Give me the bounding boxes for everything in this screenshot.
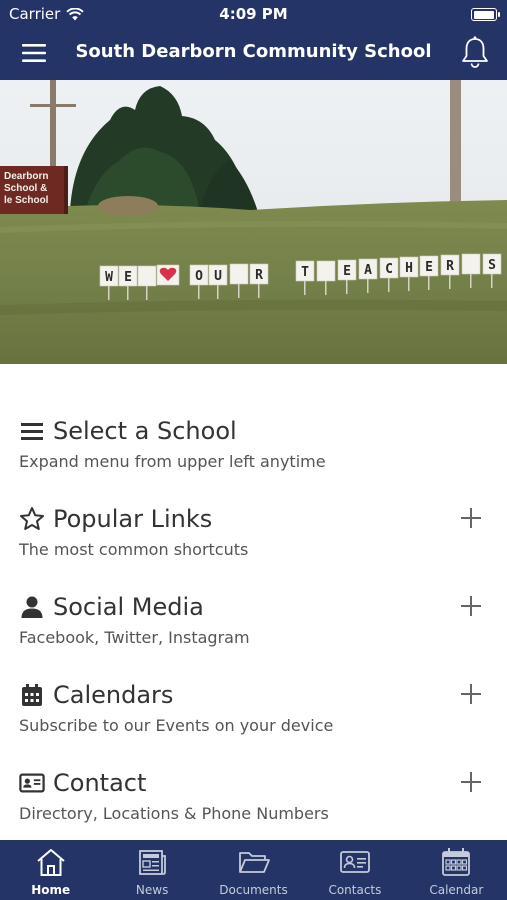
bell-icon xyxy=(462,36,488,68)
newspaper-icon xyxy=(139,850,167,875)
folder-icon xyxy=(238,852,270,873)
section-title-text: Social Media xyxy=(53,593,204,621)
banner-stake xyxy=(258,284,260,298)
section-contact[interactable]: Contact Directory, Locations & Phone Num… xyxy=(0,716,507,823)
section-select-school[interactable]: Select a School Expand menu from upper l… xyxy=(0,364,507,471)
list-icon xyxy=(19,418,45,444)
calendar-icon xyxy=(19,682,45,708)
section-title: Select a School xyxy=(19,414,237,448)
banner-stake xyxy=(470,274,472,288)
banner-letter: R xyxy=(255,268,263,283)
section-title-text: Select a School xyxy=(53,417,237,445)
banner-stake xyxy=(325,281,327,295)
status-bar: Carrier 4:09 PM xyxy=(0,0,507,28)
banner-letter: W xyxy=(105,270,113,285)
star-icon xyxy=(19,506,45,532)
banner-card xyxy=(137,265,157,287)
section-popular-links[interactable]: Popular Links The most common shortcuts xyxy=(0,452,507,559)
top-bar: Carrier 4:09 PM South Dearborn Community… xyxy=(0,0,507,80)
banner-card xyxy=(461,253,481,275)
calendar-icon xyxy=(442,848,471,876)
banner-stake xyxy=(367,279,369,293)
tab-news[interactable]: News xyxy=(101,840,202,900)
tab-contacts[interactable]: Contacts xyxy=(304,840,405,900)
banner-stake xyxy=(346,280,348,294)
expand-plus-icon[interactable] xyxy=(461,508,481,528)
battery-icon xyxy=(471,8,500,21)
hero-image: Dearborn School & le School WEOURTEACHER… xyxy=(0,80,507,364)
tab-label: Documents xyxy=(219,883,288,897)
tab-calendar[interactable]: Calendar xyxy=(406,840,507,900)
tab-label: Calendar xyxy=(429,883,484,897)
section-calendars[interactable]: Calendars Subscribe to our Events on you… xyxy=(0,628,507,735)
section-title: Social Media xyxy=(19,590,204,624)
sign-line-3: le School xyxy=(4,195,49,206)
banner-stake xyxy=(127,286,129,300)
contact-card-icon xyxy=(340,851,370,873)
banner-letter: E xyxy=(425,260,433,275)
notifications-button[interactable] xyxy=(459,35,491,71)
banner-stake xyxy=(146,286,148,300)
banner-card xyxy=(316,260,336,282)
banner-letter: S xyxy=(488,258,496,273)
contact-card-icon xyxy=(19,770,45,796)
section-title: Popular Links xyxy=(19,502,212,536)
tab-label: Contacts xyxy=(328,883,382,897)
section-title-text: Contact xyxy=(53,769,147,797)
banner-stake xyxy=(108,286,110,300)
user-icon xyxy=(19,594,45,620)
section-title-text: Popular Links xyxy=(53,505,213,533)
hero-photo: Dearborn School & le School WEOURTEACHER… xyxy=(0,80,507,364)
sign-line-1: Dearborn xyxy=(4,171,48,182)
banner-stake xyxy=(408,277,410,291)
banner-stake xyxy=(388,278,390,292)
status-time: 4:09 PM xyxy=(219,5,288,23)
banner-stake xyxy=(238,284,240,298)
banner-stake xyxy=(428,276,430,290)
tab-bar: Home News Documents Contacts Calendar xyxy=(0,840,507,900)
banner-letter: E xyxy=(343,264,351,279)
banner-stake xyxy=(198,285,200,299)
menu-button[interactable] xyxy=(14,38,54,68)
banner-letter: O xyxy=(195,269,203,284)
nav-bar: South Dearborn Community School xyxy=(0,28,507,80)
sign-line-2: School & xyxy=(4,183,47,194)
banner-letter: H xyxy=(405,261,413,276)
page-title: South Dearborn Community School xyxy=(75,41,432,62)
banner-letter: R xyxy=(446,259,454,274)
banner-stake xyxy=(449,275,451,289)
tab-home[interactable]: Home xyxy=(0,840,101,900)
expand-plus-icon[interactable] xyxy=(461,596,481,616)
banner-letter: A xyxy=(364,263,372,278)
section-subtitle: Directory, Locations & Phone Numbers xyxy=(19,804,329,823)
expand-plus-icon[interactable] xyxy=(461,772,481,792)
tab-label: News xyxy=(135,883,169,897)
hamburger-icon xyxy=(22,44,46,62)
banner-stake xyxy=(491,274,493,288)
section-social-media[interactable]: Social Media Facebook, Twitter, Instagra… xyxy=(0,540,507,647)
tab-label: Home xyxy=(31,883,71,897)
banner-letter: U xyxy=(214,269,222,284)
section-title: Contact xyxy=(19,766,146,800)
banner-stake xyxy=(304,281,306,295)
section-list: Select a School Expand menu from upper l… xyxy=(0,364,507,840)
banner-stake xyxy=(217,285,219,299)
banner-letter: T xyxy=(301,265,309,280)
banner-card xyxy=(229,263,249,285)
home-icon xyxy=(37,849,65,876)
tab-documents[interactable]: Documents xyxy=(203,840,304,900)
expand-plus-icon[interactable] xyxy=(461,684,481,704)
section-title-text: Calendars xyxy=(53,681,174,709)
section-title: Calendars xyxy=(19,678,173,712)
banner-letter: E xyxy=(124,270,132,285)
banner-letter: C xyxy=(385,262,393,277)
